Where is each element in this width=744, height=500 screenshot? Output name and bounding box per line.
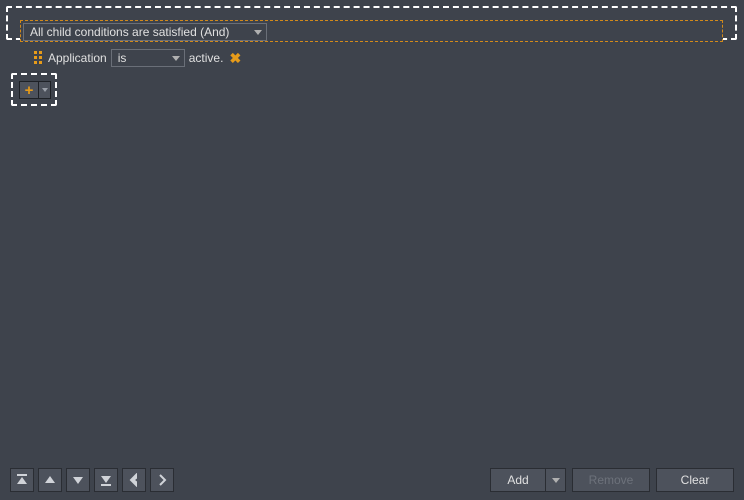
- chevron-down-icon: [42, 88, 48, 92]
- remove-button: Remove: [572, 468, 650, 492]
- nav-up-button[interactable]: [38, 468, 62, 492]
- chevron-down-icon: [172, 56, 180, 61]
- add-button[interactable]: Add: [490, 468, 546, 492]
- rule-suffix: active.: [189, 51, 224, 65]
- remove-button-label: Remove: [589, 473, 634, 487]
- rule-row: Application is active. ✖: [34, 49, 243, 67]
- chevron-right-icon: [155, 473, 169, 487]
- plus-icon: +: [25, 83, 34, 98]
- nav-prev-button[interactable]: [122, 468, 146, 492]
- condition-type-value: All child conditions are satisfied (And): [30, 25, 229, 39]
- add-rule-button-group: +: [19, 81, 51, 99]
- action-button-group: Add Remove Clear: [490, 468, 734, 492]
- nav-first-button[interactable]: [10, 468, 34, 492]
- footer-toolbar: Add Remove Clear: [0, 460, 744, 500]
- root-condition-selection: All child conditions are satisfied (And): [6, 6, 737, 40]
- rule-operator-value: is: [118, 51, 127, 65]
- arrow-down-bar-icon: [99, 473, 113, 487]
- add-rule-dropdown[interactable]: [38, 82, 50, 98]
- chevron-down-icon: [552, 478, 560, 483]
- close-icon: ✖: [230, 50, 242, 67]
- add-rule-button[interactable]: +: [20, 82, 38, 98]
- nav-down-button[interactable]: [66, 468, 90, 492]
- rule-subject: Application: [48, 51, 107, 65]
- arrow-down-icon: [71, 473, 85, 487]
- add-dropdown-button[interactable]: [546, 468, 566, 492]
- drag-handle-icon[interactable]: [34, 51, 44, 65]
- nav-last-button[interactable]: [94, 468, 118, 492]
- nav-next-button[interactable]: [150, 468, 174, 492]
- arrow-up-icon: [43, 473, 57, 487]
- chevron-left-icon: [127, 473, 141, 487]
- condition-type-dropdown[interactable]: All child conditions are satisfied (And): [23, 23, 267, 41]
- nav-button-group: [10, 468, 174, 492]
- root-condition-inner: All child conditions are satisfied (And): [20, 20, 723, 42]
- remove-rule-button[interactable]: ✖: [227, 50, 243, 66]
- rule-operator-dropdown[interactable]: is: [111, 49, 185, 67]
- chevron-down-icon: [254, 30, 262, 35]
- clear-button-label: Clear: [681, 473, 710, 487]
- clear-button[interactable]: Clear: [656, 468, 734, 492]
- arrow-up-bar-icon: [15, 473, 29, 487]
- add-button-label: Add: [507, 473, 528, 487]
